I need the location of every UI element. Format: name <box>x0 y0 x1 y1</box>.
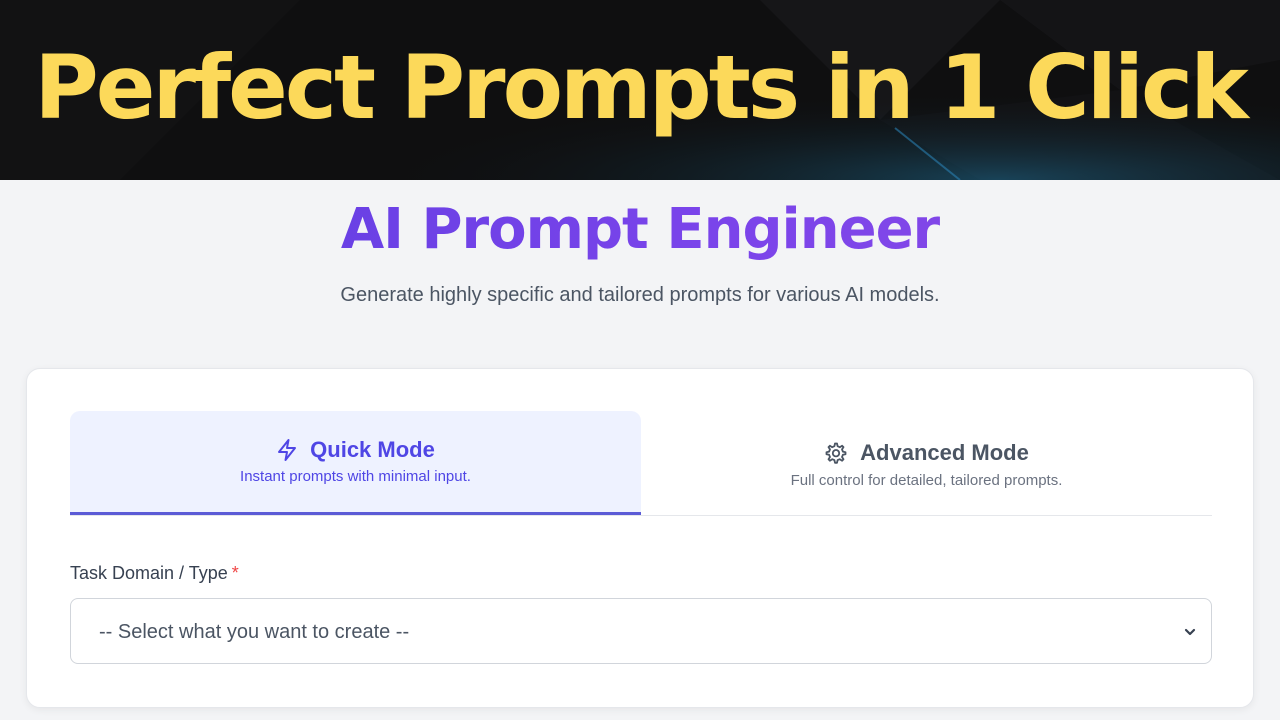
prompt-builder-card: Quick Mode Instant prompts with minimal … <box>26 368 1254 708</box>
banner-headline: Perfect Prompts in 1 Click <box>34 36 1248 139</box>
tab-quick-mode[interactable]: Quick Mode Instant prompts with minimal … <box>70 411 641 515</box>
app-subtitle: Generate highly specific and tailored pr… <box>340 284 940 306</box>
chevron-down-icon <box>1183 625 1197 644</box>
task-domain-label-text: Task Domain / Type <box>70 563 228 583</box>
tab-advanced-mode-header: Advanced Mode <box>641 438 1212 468</box>
task-domain-select[interactable]: -- Select what you want to create -- <box>70 598 1212 664</box>
tab-advanced-mode-label: Advanced Mode <box>860 440 1029 465</box>
required-marker: * <box>231 563 239 583</box>
tab-advanced-mode[interactable]: Advanced Mode Full control for detailed,… <box>641 411 1212 514</box>
app-page: AI Prompt Engineer Generate highly speci… <box>0 180 1280 720</box>
tab-quick-mode-description: Instant prompts with minimal input. <box>240 468 471 485</box>
tab-quick-mode-header: Quick Mode <box>70 435 641 465</box>
lightning-bolt-icon <box>276 438 298 462</box>
promo-banner: Perfect Prompts in 1 Click <box>0 0 1280 180</box>
app-title: AI Prompt Engineer <box>0 194 1280 266</box>
mode-tabs: Quick Mode Instant prompts with minimal … <box>70 411 1212 516</box>
tab-advanced-mode-description: Full control for detailed, tailored prom… <box>790 472 1063 489</box>
task-domain-label: Task Domain / Type * <box>70 561 239 585</box>
tab-quick-mode-label: Quick Mode <box>310 437 435 462</box>
gear-icon <box>824 441 848 465</box>
task-domain-selected-value: -- Select what you want to create -- <box>99 621 410 643</box>
